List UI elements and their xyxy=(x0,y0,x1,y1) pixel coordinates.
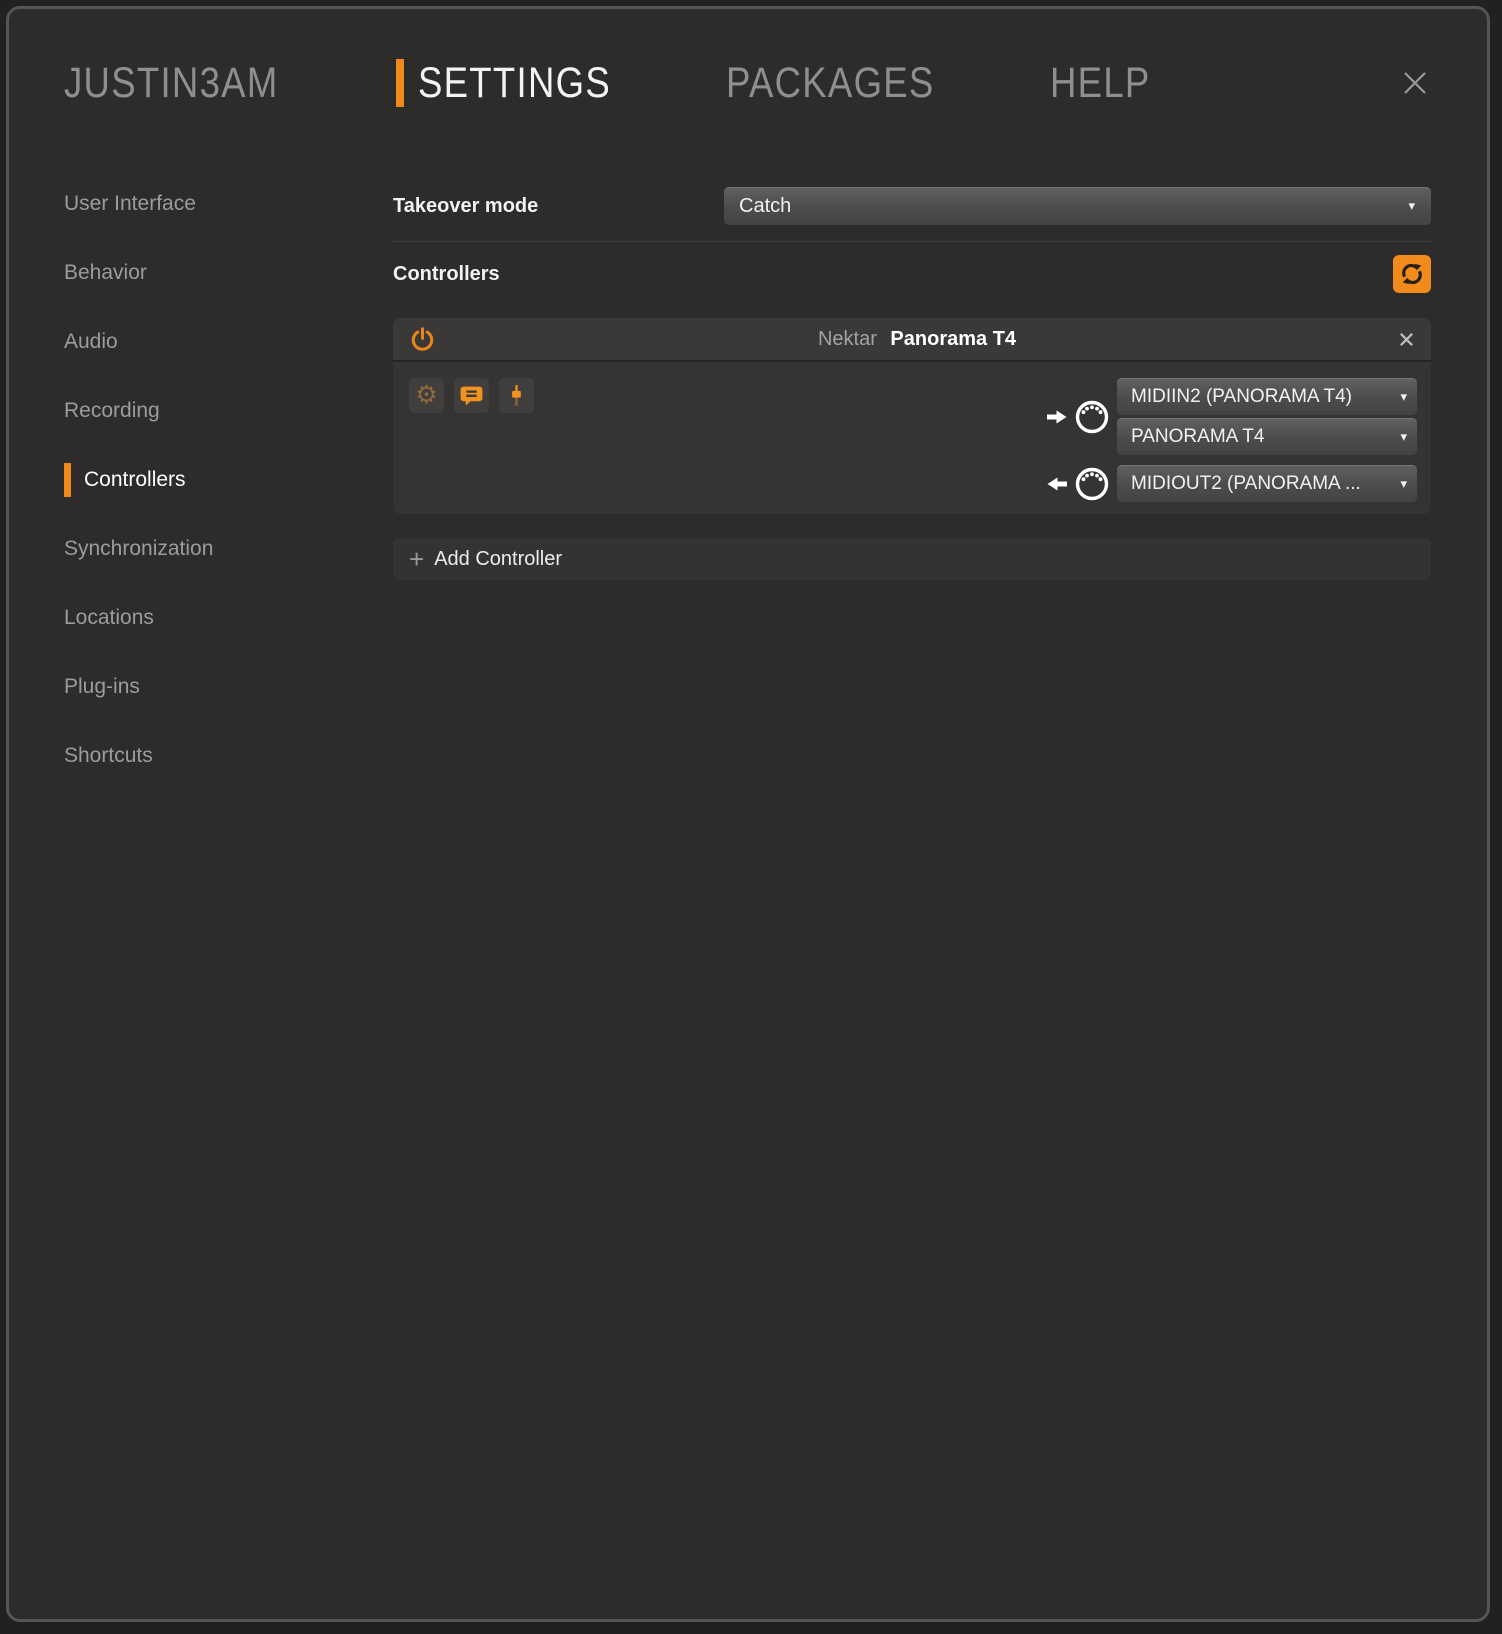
controller-card-header: Nektar Panorama T4 xyxy=(393,318,1431,360)
controller-card-body: ⚙ MIDIIN2 (PANORAMA T4) ▾ PANORAMA T4 ▾ … xyxy=(393,360,1431,514)
midi-io-column: MIDIIN2 (PANORAMA T4) ▾ PANORAMA T4 ▾ MI… xyxy=(1046,378,1417,502)
sidebar-item-locations[interactable]: Locations xyxy=(9,583,393,652)
tab-packages[interactable]: PACKAGES xyxy=(726,53,971,113)
controller-settings-button[interactable]: ⚙ xyxy=(409,378,444,413)
tab-help-label: HELP xyxy=(1050,58,1151,107)
add-controller-button[interactable]: + Add Controller xyxy=(393,538,1431,580)
controller-title: Nektar Panorama T4 xyxy=(436,328,1398,351)
section-separator xyxy=(393,241,1431,242)
sidebar-item-label: Plug-ins xyxy=(64,674,140,698)
controller-mapping-button[interactable] xyxy=(499,378,534,413)
top-nav: JUSTIN3AM SETTINGS PACKAGES HELP xyxy=(64,53,1432,113)
midi-in-port-2-value: PANORAMA T4 xyxy=(1131,425,1265,447)
tab-packages-label: PACKAGES xyxy=(726,58,935,107)
sidebar-item-label: Audio xyxy=(64,329,118,353)
power-toggle[interactable] xyxy=(409,326,436,353)
refresh-icon xyxy=(1399,261,1425,287)
add-controller-label: Add Controller xyxy=(434,547,563,570)
controllers-header-row: Controllers xyxy=(393,252,1431,296)
sidebar-item-behavior[interactable]: Behavior xyxy=(9,238,393,307)
sidebar-item-label: Shortcuts xyxy=(64,743,153,767)
midi-in-port-1-select[interactable]: MIDIIN2 (PANORAMA T4) ▾ xyxy=(1117,378,1417,415)
controllers-heading: Controllers xyxy=(393,262,500,285)
active-item-accent-bar xyxy=(64,462,71,497)
controller-vendor: Nektar xyxy=(817,327,877,350)
brand-label: JUSTIN3AM xyxy=(64,58,279,107)
sidebar-item-synchronization[interactable]: Synchronization xyxy=(9,514,393,583)
takeover-mode-value: Catch xyxy=(739,194,792,217)
sidebar-item-label: Locations xyxy=(64,605,154,629)
sidebar-item-label: Recording xyxy=(64,398,160,422)
close-icon xyxy=(1399,67,1431,99)
dialog-close-button[interactable] xyxy=(1398,53,1432,113)
plus-icon: + xyxy=(409,543,425,574)
controller-card: Nektar Panorama T4 ⚙ MIDIIN2 (PANORAMA T… xyxy=(393,318,1431,514)
chat-bubble-icon xyxy=(459,383,484,408)
midi-input-selects: MIDIIN2 (PANORAMA T4) ▾ PANORAMA T4 ▾ xyxy=(1117,378,1417,455)
tab-settings-label: SETTINGS xyxy=(418,58,611,107)
midi-output-group: MIDIOUT2 (PANORAMA ... ▾ xyxy=(1046,465,1417,502)
arrow-into-icon xyxy=(1046,408,1068,426)
rescan-controllers-button[interactable] xyxy=(1393,255,1431,293)
sidebar-item-user-interface[interactable]: User Interface xyxy=(9,169,393,238)
remove-controller-button[interactable] xyxy=(1398,331,1415,348)
midi-output-icons xyxy=(1046,466,1110,502)
controller-model: Panorama T4 xyxy=(890,327,1017,350)
midi-input-icons xyxy=(1046,399,1110,435)
active-tab-accent-bar xyxy=(396,59,404,107)
takeover-mode-select[interactable]: Catch ▾ xyxy=(724,187,1431,225)
sidebar-item-plug-ins[interactable]: Plug-ins xyxy=(9,652,393,721)
midi-din-icon xyxy=(1074,466,1110,502)
chevron-down-icon: ▾ xyxy=(1400,428,1407,444)
sidebar-item-controllers[interactable]: Controllers xyxy=(9,445,393,514)
midi-input-group: MIDIIN2 (PANORAMA T4) ▾ PANORAMA T4 ▾ xyxy=(1046,378,1417,455)
sidebar-item-label: Synchronization xyxy=(64,536,214,560)
takeover-mode-label: Takeover mode xyxy=(393,194,539,217)
chevron-down-icon: ▾ xyxy=(1400,475,1407,491)
settings-sidebar: User Interface Behavior Audio Recording … xyxy=(9,169,393,790)
sidebar-item-audio[interactable]: Audio xyxy=(9,307,393,376)
tab-help[interactable]: HELP xyxy=(1050,53,1168,113)
midi-in-port-2-select[interactable]: PANORAMA T4 ▾ xyxy=(1117,418,1417,455)
controller-tools: ⚙ xyxy=(409,378,534,413)
fader-icon xyxy=(504,383,529,408)
sidebar-item-label: Controllers xyxy=(84,467,186,491)
sidebar-item-label: Behavior xyxy=(64,260,147,284)
gear-icon: ⚙ xyxy=(415,381,438,409)
controllers-settings-panel: Takeover mode Catch ▾ Controllers Nektar… xyxy=(393,169,1431,580)
midi-out-port-select[interactable]: MIDIOUT2 (PANORAMA ... ▾ xyxy=(1117,465,1417,502)
sidebar-item-label: User Interface xyxy=(64,191,196,215)
midi-out-port-value: MIDIOUT2 (PANORAMA ... xyxy=(1131,472,1361,494)
midi-din-icon xyxy=(1074,399,1110,435)
tab-settings[interactable]: SETTINGS xyxy=(396,53,645,113)
settings-dialog: JUSTIN3AM SETTINGS PACKAGES HELP User In… xyxy=(6,6,1490,1622)
chevron-down-icon: ▾ xyxy=(1408,198,1415,213)
brand-title: JUSTIN3AM xyxy=(64,53,316,113)
sidebar-item-recording[interactable]: Recording xyxy=(9,376,393,445)
midi-in-port-1-value: MIDIIN2 (PANORAMA T4) xyxy=(1131,385,1352,407)
sidebar-item-shortcuts[interactable]: Shortcuts xyxy=(9,721,393,790)
chevron-down-icon: ▾ xyxy=(1400,388,1407,404)
controller-console-button[interactable] xyxy=(454,378,489,413)
takeover-mode-row: Takeover mode Catch ▾ xyxy=(393,185,1431,227)
arrow-out-icon xyxy=(1046,475,1068,493)
